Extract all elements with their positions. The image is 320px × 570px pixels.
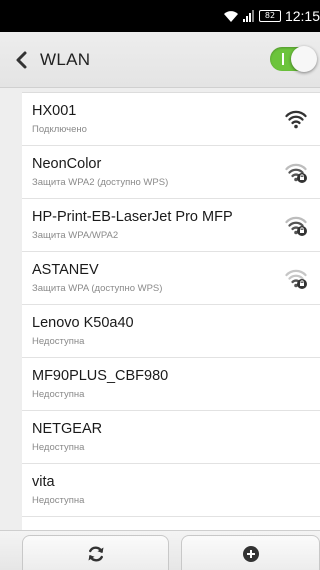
wifi-connected-icon bbox=[285, 110, 307, 129]
network-name: Lenovo K50a40 bbox=[32, 315, 134, 331]
toggle-on-mark bbox=[282, 53, 284, 65]
refresh-button[interactable] bbox=[22, 535, 169, 570]
clock: 12:15 bbox=[284, 8, 320, 24]
network-row[interactable]: NETGEAR Недоступна bbox=[22, 411, 320, 464]
network-status: Недоступна bbox=[32, 442, 85, 453]
wifi-status-icon bbox=[223, 11, 238, 22]
wifi-locked-icon bbox=[285, 269, 307, 289]
network-status: Недоступна bbox=[32, 389, 85, 400]
add-network-icon bbox=[242, 545, 259, 562]
network-status: Защита WPA (доступно WPS) bbox=[32, 283, 163, 294]
network-status: Недоступна bbox=[32, 336, 85, 347]
battery-icon: 82 bbox=[258, 10, 281, 22]
network-status: Подключено bbox=[32, 124, 87, 135]
network-status: Защита WPA/WPA2 bbox=[32, 230, 119, 241]
network-row[interactable]: HX001 Подключено bbox=[22, 93, 320, 146]
network-row[interactable]: Lenovo K50a40 Недоступна bbox=[22, 305, 320, 358]
network-name: vita bbox=[32, 474, 55, 490]
network-name: HP-Print-EB-LaserJet Pro MFP bbox=[32, 209, 233, 225]
network-name: NETGEAR bbox=[32, 421, 103, 437]
wifi-locked-icon bbox=[285, 216, 307, 236]
page-title: WLAN bbox=[40, 50, 91, 69]
network-name: NeonColor bbox=[32, 156, 102, 172]
network-row[interactable]: ASTANEV Защита WPA (доступно WPS) bbox=[22, 252, 320, 305]
refresh-icon bbox=[88, 546, 103, 561]
network-row[interactable]: vita Недоступна bbox=[22, 464, 320, 517]
network-list[interactable]: HX001 Подключено NeonColor Защита WPA2 (… bbox=[22, 92, 320, 530]
network-name: ASTANEV bbox=[32, 262, 99, 278]
network-name: HX001 bbox=[32, 103, 77, 119]
add-network-button[interactable] bbox=[181, 535, 320, 570]
status-bar: 82 12:15 bbox=[0, 0, 320, 32]
network-row[interactable]: MF90PLUS_CBF980 Недоступна bbox=[22, 358, 320, 411]
network-name: MF90PLUS_CBF980 bbox=[32, 368, 169, 384]
network-row[interactable]: NeonColor Защита WPA2 (доступно WPS) bbox=[22, 146, 320, 199]
wlan-toggle[interactable] bbox=[270, 46, 317, 72]
wifi-locked-icon bbox=[285, 163, 307, 183]
back-button[interactable]: WLAN bbox=[4, 40, 114, 80]
header: WLAN bbox=[0, 32, 320, 88]
bottom-action-bar bbox=[0, 530, 320, 570]
network-row[interactable]: HP-Print-EB-LaserJet Pro MFP Защита WPA/… bbox=[22, 199, 320, 252]
chevron-left-icon bbox=[16, 51, 27, 69]
network-status: Защита WPA2 (доступно WPS) bbox=[32, 177, 169, 188]
network-status: Недоступна bbox=[32, 495, 85, 506]
toggle-knob[interactable] bbox=[291, 46, 317, 72]
signal-icon bbox=[242, 10, 254, 22]
